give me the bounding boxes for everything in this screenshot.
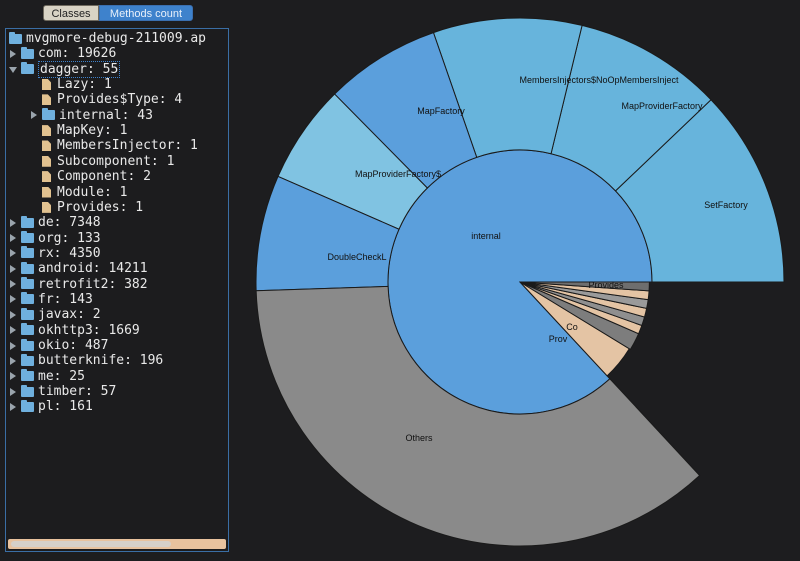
label-mapfactory: MapFactory <box>417 106 465 116</box>
label-mapproviderfactory-builder: MapProviderFactory$ <box>355 169 441 179</box>
label-doublechecklazy: DoubleCheckL <box>327 252 386 262</box>
label-component: Co <box>566 322 578 332</box>
label-others: Others <box>405 433 433 443</box>
sunburst-chart[interactable]: SetFactory MapProviderFactory MembersInj… <box>0 0 800 561</box>
label-internal: internal <box>471 231 501 241</box>
label-provides: Provides <box>588 280 624 290</box>
label-mapproviderfactory: MapProviderFactory <box>621 101 703 111</box>
label-membersinjectors: MembersInjectors$NoOpMembersInject <box>519 75 679 85</box>
label-setfactory: SetFactory <box>704 200 748 210</box>
label-provides-type: Prov <box>549 334 568 344</box>
